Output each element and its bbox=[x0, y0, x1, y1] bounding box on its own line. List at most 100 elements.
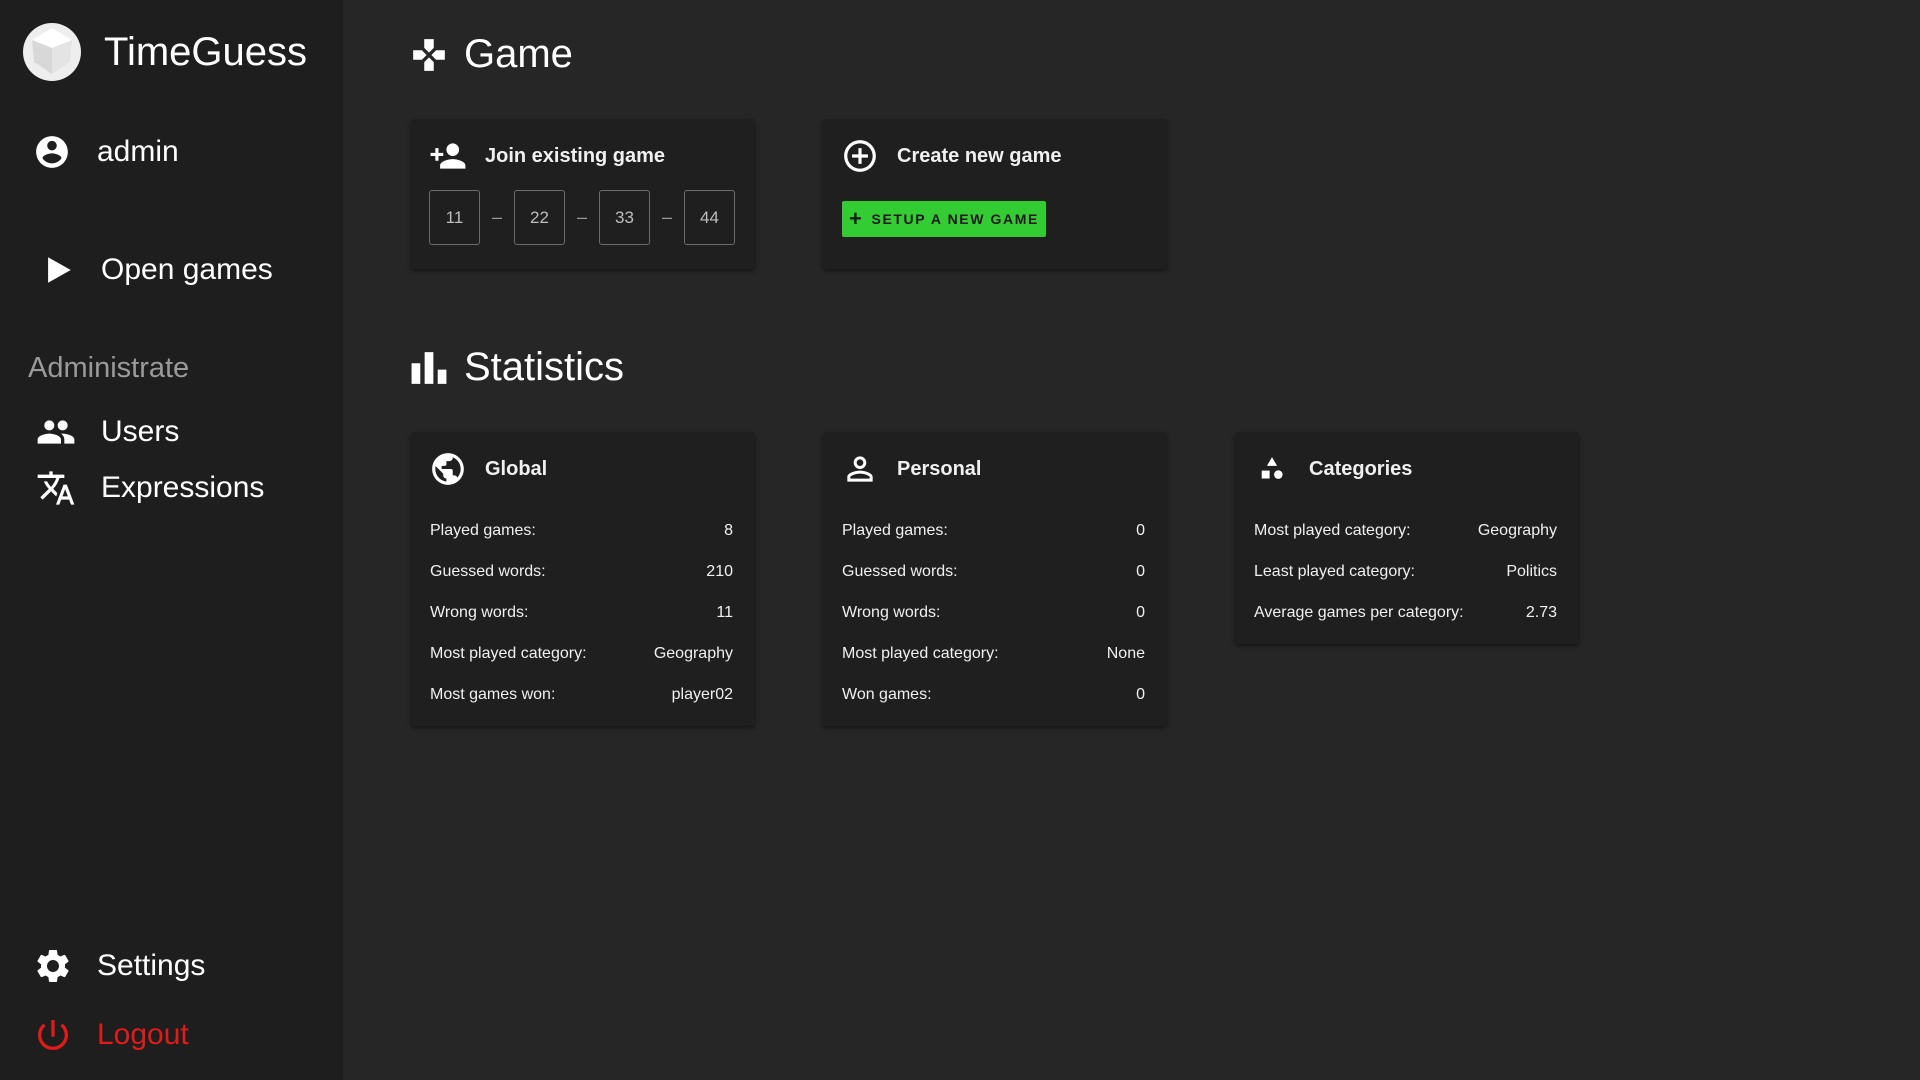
global-stats-title: Global bbox=[485, 457, 548, 480]
stat-value: player02 bbox=[671, 685, 733, 703]
stat-label: Least played category: bbox=[1254, 562, 1415, 580]
game-code-field-4[interactable]: 44 bbox=[684, 190, 735, 245]
code-separator: – bbox=[491, 207, 502, 227]
nav-settings[interactable]: Settings bbox=[33, 946, 205, 986]
stat-label: Most played category: bbox=[842, 644, 999, 662]
global-stats-list: Played games: 8 Guessed words: 210 Wrong w… bbox=[430, 510, 733, 715]
categories-stats-title: Categories bbox=[1309, 457, 1413, 480]
brand: TimeGuess bbox=[22, 22, 307, 82]
stat-value: Geography bbox=[1477, 521, 1557, 539]
power-icon bbox=[33, 1015, 73, 1055]
gamepad-icon bbox=[413, 38, 445, 71]
game-code-inputs: 11 – 22 – 33 – 44 bbox=[429, 190, 735, 245]
game-code-field-3[interactable]: 33 bbox=[599, 190, 650, 245]
stat-value: 0 bbox=[1136, 521, 1145, 539]
globe-icon bbox=[432, 453, 464, 485]
category-shapes-icon bbox=[1261, 457, 1283, 479]
stat-value: 0 bbox=[1136, 685, 1145, 703]
categories-stats-header: Categories bbox=[1253, 450, 1412, 488]
stat-label: Wrong words: bbox=[842, 603, 941, 621]
create-game-header: Create new game bbox=[841, 137, 1062, 175]
people-icon bbox=[36, 412, 76, 452]
personal-stats-list: Played games: 0 Guessed words: 0 Wrong wor… bbox=[842, 510, 1145, 715]
nav-open-games[interactable]: Open games bbox=[38, 250, 273, 290]
stat-row: Wrong words: 0 bbox=[842, 592, 1145, 633]
game-section-header: Game bbox=[410, 32, 573, 77]
stat-label: Most played category: bbox=[1254, 521, 1411, 539]
account-circle-icon bbox=[32, 132, 72, 172]
create-game-card: Create new game + SETUP A NEW GAME bbox=[823, 119, 1167, 269]
stat-label: Most played category: bbox=[430, 644, 587, 662]
stat-value: 210 bbox=[706, 562, 733, 580]
gear-icon bbox=[33, 946, 73, 986]
categories-stats-list: Most played category: Geography Least pla… bbox=[1254, 510, 1557, 633]
person-add-icon bbox=[430, 143, 466, 169]
nav-users-label: Users bbox=[101, 415, 180, 448]
stat-value: None bbox=[1106, 644, 1145, 662]
stat-row: Most played category: None bbox=[842, 633, 1145, 674]
stat-label: Average games per category: bbox=[1254, 603, 1464, 621]
nav-logout-label: Logout bbox=[97, 1018, 189, 1051]
stat-row: Least played category: Politics bbox=[1254, 551, 1557, 592]
add-circle-outline-icon bbox=[844, 140, 876, 172]
stat-value: Geography bbox=[653, 644, 733, 662]
stat-value: 11 bbox=[716, 603, 733, 621]
statistics-section-title: Statistics bbox=[464, 345, 625, 389]
stat-row: Played games: 0 bbox=[842, 510, 1145, 551]
stat-value: 2.73 bbox=[1525, 603, 1557, 621]
stat-label: Most games won: bbox=[430, 685, 556, 703]
stat-value: Politics bbox=[1506, 562, 1557, 580]
stat-row: Most games won: player02 bbox=[430, 674, 733, 715]
game-code-field-1[interactable]: 11 bbox=[429, 190, 480, 245]
nav-logout[interactable]: Logout bbox=[33, 1015, 189, 1055]
bar-chart-icon bbox=[411, 351, 447, 384]
person-outline-icon bbox=[847, 456, 873, 482]
game-code-field-2[interactable]: 22 bbox=[514, 190, 565, 245]
stat-label: Played games: bbox=[430, 521, 536, 539]
stat-label: Wrong words: bbox=[430, 603, 529, 621]
sidebar: TimeGuess admin Open games Administrate … bbox=[0, 0, 343, 1080]
join-game-header: Join existing game bbox=[429, 137, 665, 175]
stat-label: Played games: bbox=[842, 521, 948, 539]
administrate-section-label: Administrate bbox=[28, 352, 190, 384]
stat-value: 0 bbox=[1136, 603, 1145, 621]
code-separator: – bbox=[576, 207, 587, 227]
nav-user-account[interactable]: admin bbox=[32, 132, 179, 172]
personal-stats-title: Personal bbox=[897, 457, 982, 480]
stat-label: Guessed words: bbox=[430, 562, 546, 580]
stat-row: Played games: 8 bbox=[430, 510, 733, 551]
stat-row: Wrong words: 11 bbox=[430, 592, 733, 633]
global-stats-card: Global Played games: 8 Guessed words: 210 … bbox=[411, 432, 755, 726]
stat-label: Guessed words: bbox=[842, 562, 958, 580]
translate-icon bbox=[36, 468, 76, 508]
nav-settings-label: Settings bbox=[97, 949, 206, 982]
global-stats-header: Global bbox=[429, 450, 547, 488]
create-game-title: Create new game bbox=[897, 144, 1062, 167]
setup-new-game-button[interactable]: + SETUP A NEW GAME bbox=[842, 201, 1046, 237]
nav-users[interactable]: Users bbox=[36, 412, 179, 452]
setup-new-game-label: SETUP A NEW GAME bbox=[871, 211, 1039, 227]
personal-stats-card: Personal Played games: 0 Guessed words: 0 … bbox=[823, 432, 1167, 726]
code-separator: – bbox=[661, 207, 672, 227]
categories-stats-card: Categories Most played category: Geograph… bbox=[1235, 432, 1579, 644]
nav-expressions[interactable]: Expressions bbox=[36, 468, 264, 508]
plus-icon: + bbox=[849, 206, 864, 231]
stat-row: Won games: 0 bbox=[842, 674, 1145, 715]
personal-stats-header: Personal bbox=[841, 450, 981, 488]
dice-logo-icon bbox=[23, 23, 81, 81]
join-game-card: Join existing game 11 – 22 – 33 – 44 bbox=[411, 119, 755, 269]
nav-expressions-label: Expressions bbox=[101, 471, 265, 504]
game-section-title: Game bbox=[464, 32, 573, 76]
stat-row: Most played category: Geography bbox=[430, 633, 733, 674]
statistics-section-header: Statistics bbox=[410, 345, 624, 390]
user-name: admin bbox=[97, 135, 179, 168]
stat-row: Average games per category: 2.73 bbox=[1254, 592, 1557, 633]
play-icon bbox=[38, 250, 78, 290]
nav-open-games-label: Open games bbox=[101, 253, 273, 286]
stat-label: Won games: bbox=[842, 685, 932, 703]
stat-value: 8 bbox=[724, 521, 733, 539]
stat-row: Guessed words: 210 bbox=[430, 551, 733, 592]
stat-value: 0 bbox=[1136, 562, 1145, 580]
join-game-title: Join existing game bbox=[485, 144, 666, 167]
app-title: TimeGuess bbox=[104, 29, 308, 74]
